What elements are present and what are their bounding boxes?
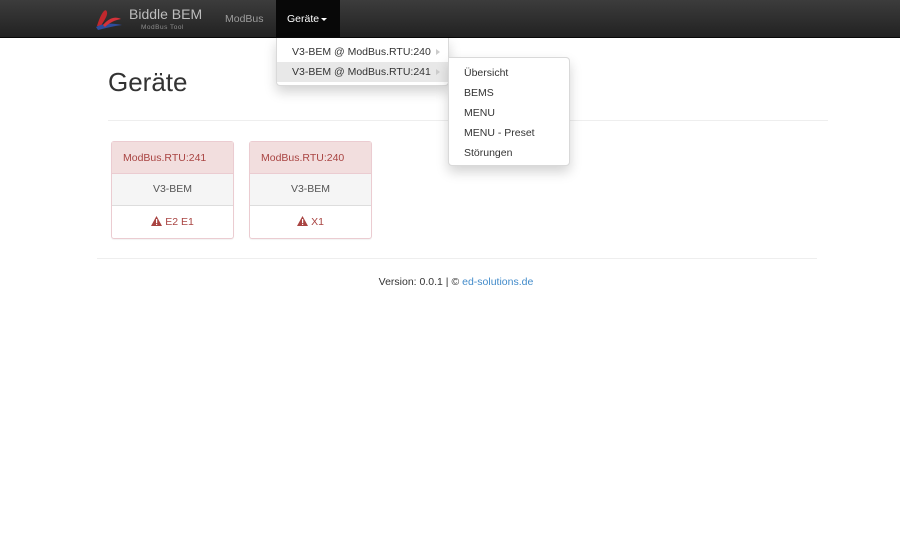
warning-triangle-icon: [297, 216, 309, 226]
brand[interactable]: Biddle BEM ModBus Tool: [94, 0, 209, 38]
submenu-arrow-icon: [436, 69, 440, 75]
footer-copyright: ©: [451, 276, 460, 288]
dropdown-item-rtu241[interactable]: V3-BEM @ ModBus.RTU:241: [277, 62, 448, 82]
device-errors: X1: [250, 206, 371, 238]
dropdown-item-rtu240[interactable]: V3-BEM @ ModBus.RTU:240: [277, 42, 448, 62]
devices-dropdown-menu: V3-BEM @ ModBus.RTU:240 V3-BEM @ ModBus.…: [276, 38, 449, 86]
nav-geraete[interactable]: Geräte: [276, 0, 340, 38]
dropdown-item-label: V3-BEM @ ModBus.RTU:240: [292, 46, 431, 58]
footer-version: Version: 0.0.1 |: [378, 276, 449, 288]
dropdown-item-label: V3-BEM @ ModBus.RTU:241: [292, 66, 431, 78]
submenu-arrow-icon: [436, 49, 440, 55]
device-errors: E2 E1: [112, 206, 233, 238]
brand-title: Biddle BEM: [129, 6, 203, 22]
nav-modbus-label: ModBus: [225, 13, 264, 25]
caret-down-icon: [321, 17, 328, 21]
device-type: V3-BEM: [250, 174, 371, 206]
footer-link[interactable]: ed-solutions.de: [462, 276, 533, 288]
device-address: ModBus.RTU:240: [250, 142, 371, 174]
footer: Version: 0.0.1 | © ed-solutions.de: [0, 276, 900, 288]
nav-modbus[interactable]: ModBus: [225, 0, 264, 38]
brand-logo-icon: [96, 10, 122, 30]
device-type: V3-BEM: [112, 174, 233, 206]
device-card[interactable]: ModBus.RTU:241 V3-BEM E2 E1: [111, 141, 234, 239]
device-address: ModBus.RTU:241: [112, 142, 233, 174]
warning-triangle-icon: [151, 216, 163, 226]
device-error-codes: E2 E1: [165, 216, 194, 228]
navbar: Biddle BEM ModBus Tool ModBus Geräte: [0, 0, 900, 38]
submenu-item-menu[interactable]: MENU: [449, 103, 569, 123]
page-title: Geräte: [108, 67, 188, 97]
submenu-item-uebersicht[interactable]: Übersicht: [449, 63, 569, 83]
device-card[interactable]: ModBus.RTU:240 V3-BEM X1: [249, 141, 372, 239]
submenu-item-menu-preset[interactable]: MENU - Preset: [449, 123, 569, 143]
submenu-item-bems[interactable]: BEMS: [449, 83, 569, 103]
brand-subtitle: ModBus Tool: [141, 24, 184, 31]
footer-divider: [97, 258, 817, 259]
nav-geraete-label: Geräte: [287, 13, 320, 25]
device-error-codes: X1: [311, 216, 324, 228]
submenu-item-stoerungen[interactable]: Störungen: [449, 143, 569, 163]
device-submenu: Übersicht BEMS MENU MENU - Preset Störun…: [448, 57, 570, 166]
